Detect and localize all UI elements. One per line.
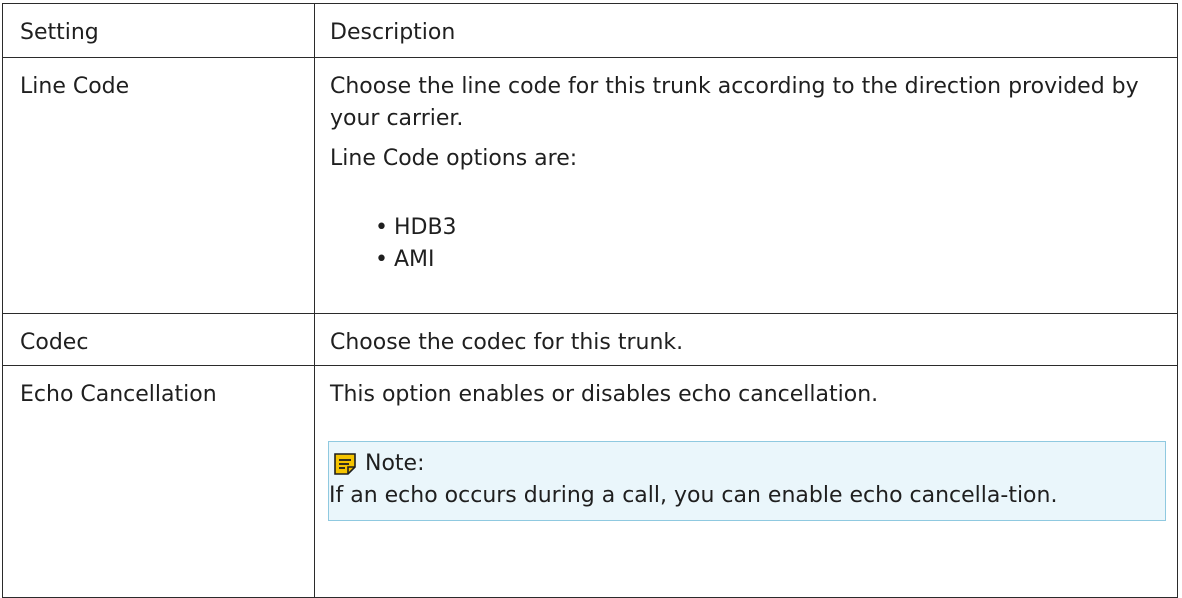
bullet-icon: • <box>375 247 388 272</box>
setting-cell: Line Code <box>2 57 315 314</box>
description-paragraph: Line Code options are: <box>330 146 578 171</box>
list-item: • AMI <box>375 244 1163 276</box>
note-text: If an echo occurs during a call, you can… <box>329 483 1058 508</box>
table-row: Codec Choose the codec for this trunk. <box>2 313 1178 366</box>
setting-cell: Echo Cancellation <box>2 365 315 598</box>
description-cell: This option enables or disables echo can… <box>314 365 1178 598</box>
list-item-label: AMI <box>393 247 435 272</box>
note-box: Note: If an echo occurs during a call, y… <box>328 441 1166 521</box>
note-title: Note: <box>365 451 425 476</box>
header-description-label: Description <box>330 20 456 45</box>
table-row: Line Code Choose the line code for this … <box>2 57 1178 314</box>
header-cell-setting: Setting <box>2 3 315 58</box>
setting-name: Echo Cancellation <box>20 382 217 407</box>
note-icon <box>333 452 357 476</box>
description-paragraph: This option enables or disables echo can… <box>330 382 879 407</box>
header-cell-description: Description <box>314 3 1178 58</box>
settings-table: Setting Description Line Code Choose the… <box>2 3 1178 598</box>
setting-name: Line Code <box>20 74 130 99</box>
description-paragraph: Choose the codec for this trunk. <box>330 330 684 355</box>
table-row: Echo Cancellation This option enables or… <box>2 365 1178 598</box>
description-cell: Choose the codec for this trunk. <box>314 313 1178 366</box>
bullet-icon: • <box>375 215 388 240</box>
list-item: • HDB3 <box>375 212 1163 244</box>
line-code-options-list: • HDB3 • AMI <box>330 212 1163 276</box>
header-setting-label: Setting <box>20 20 99 45</box>
description-cell: Choose the line code for this trunk acco… <box>314 57 1178 314</box>
setting-cell: Codec <box>2 313 315 366</box>
table-header-row: Setting Description <box>2 3 1178 58</box>
list-item-label: HDB3 <box>393 215 457 240</box>
setting-name: Codec <box>20 330 89 355</box>
description-paragraph: Choose the line code for this trunk acco… <box>330 74 1139 131</box>
